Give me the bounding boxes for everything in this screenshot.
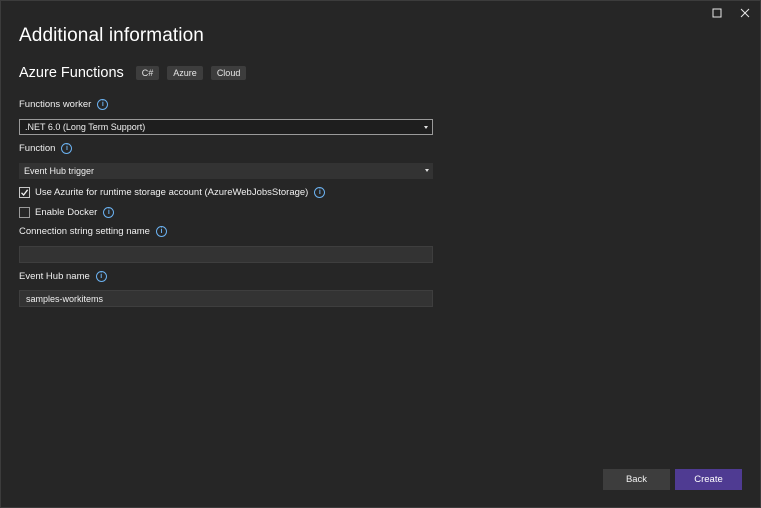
connection-string-input[interactable] (19, 246, 433, 263)
enable-docker-checkbox[interactable] (19, 207, 30, 218)
page-title: Additional information (19, 25, 204, 46)
create-button[interactable]: Create (675, 469, 742, 490)
functions-worker-label: Functions worker (19, 99, 92, 110)
connection-string-label-row: Connection string setting name i (19, 226, 167, 237)
tag-language: C# (135, 66, 160, 80)
function-dropdown[interactable]: Event Hub trigger (19, 163, 433, 179)
functions-worker-value: .NET 6.0 (Long Term Support) (25, 122, 146, 132)
function-value: Event Hub trigger (24, 166, 95, 176)
event-hub-name-input[interactable]: samples-workitems (19, 290, 433, 307)
info-icon[interactable]: i (314, 187, 326, 198)
info-icon[interactable]: i (155, 226, 167, 237)
event-hub-name-label-row: Event Hub name i (19, 271, 107, 282)
template-header: Azure Functions C# Azure Cloud (19, 65, 254, 81)
enable-docker-label[interactable]: Enable Docker (35, 207, 97, 218)
maximize-button[interactable] (705, 3, 729, 23)
tag-type: Cloud (210, 66, 247, 80)
info-icon[interactable]: i (95, 271, 107, 282)
functions-worker-label-row: Functions worker i (19, 99, 109, 110)
close-icon (740, 8, 750, 18)
maximize-icon (712, 8, 722, 18)
info-icon[interactable]: i (103, 207, 115, 218)
close-button[interactable] (733, 3, 757, 23)
use-azurite-row: Use Azurite for runtime storage account … (19, 187, 326, 198)
event-hub-name-label: Event Hub name (19, 271, 90, 282)
use-azurite-checkbox[interactable] (19, 187, 30, 198)
connection-string-label: Connection string setting name (19, 226, 150, 237)
chevron-down-icon (424, 126, 428, 129)
info-icon[interactable]: i (61, 143, 73, 154)
template-name: Azure Functions (19, 65, 124, 81)
checkmark-icon (21, 189, 29, 196)
chevron-down-icon (425, 169, 429, 172)
function-label-row: Function i (19, 143, 73, 154)
use-azurite-label[interactable]: Use Azurite for runtime storage account … (35, 187, 308, 198)
tag-platform: Azure (167, 66, 203, 80)
dialog-window: Additional information Azure Functions C… (0, 0, 761, 508)
info-icon[interactable]: i (97, 99, 109, 110)
back-button[interactable]: Back (603, 469, 670, 490)
functions-worker-dropdown[interactable]: .NET 6.0 (Long Term Support) (19, 119, 433, 135)
function-label: Function (19, 143, 56, 154)
event-hub-name-value: samples-workitems (26, 293, 104, 304)
enable-docker-row: Enable Docker i (19, 207, 115, 218)
